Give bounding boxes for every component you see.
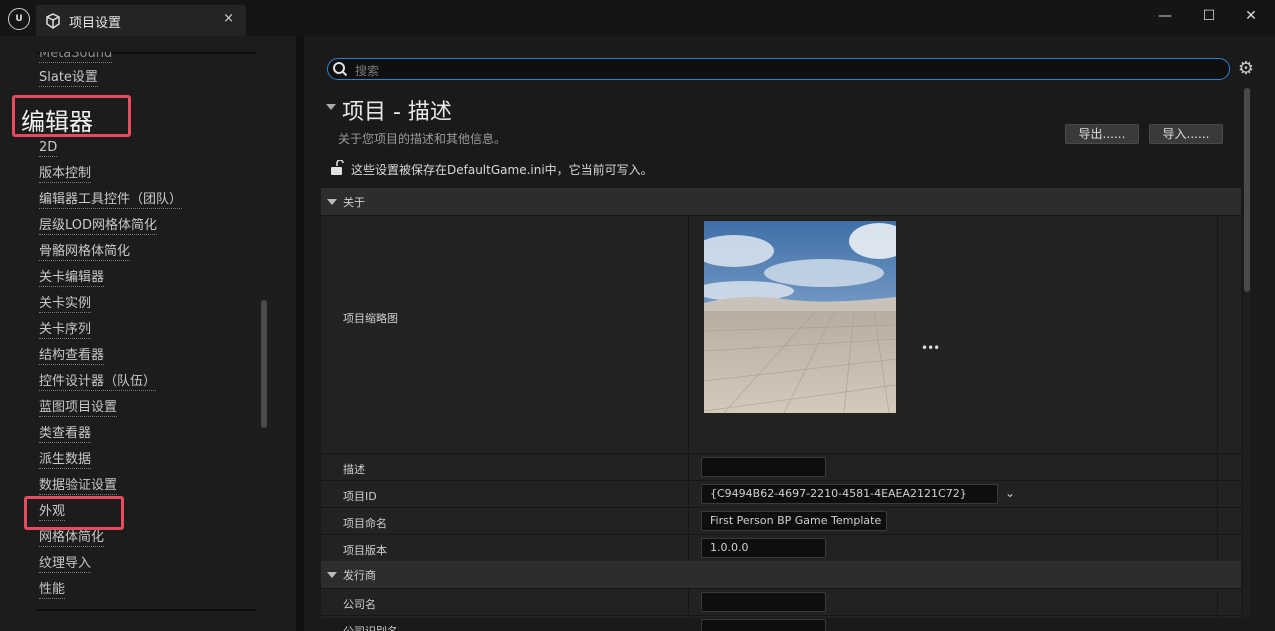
- chevron-down-icon[interactable]: ⌄: [1005, 486, 1015, 500]
- category-label: 发行商: [343, 569, 376, 582]
- collapse-arrow-icon[interactable]: [326, 104, 336, 110]
- sidebar-item-level-editor[interactable]: 关卡编辑器: [39, 270, 105, 287]
- settings-details-panel: 搜索 ⚙ 项目 - 描述 关于您项目的描述和其他信息。 导出...... 导入.…: [304, 36, 1275, 631]
- property-row-project-id: 项目ID {C9494B62-4697-2210-4581-4EAEA2121C…: [321, 480, 1241, 507]
- property-label: 公司识别名: [343, 623, 398, 631]
- collapse-arrow-icon: [327, 199, 337, 205]
- collapse-arrow-icon: [327, 572, 337, 578]
- unreal-logo-icon[interactable]: U: [8, 8, 30, 30]
- minimize-button[interactable]: —: [1153, 6, 1177, 26]
- search-icon: [333, 62, 348, 77]
- project-id-field[interactable]: {C9494B62-4697-2210-4581-4EAEA2121C72}: [701, 484, 998, 504]
- unlocked-icon: [331, 160, 344, 175]
- sidebar-item-skeletal-mesh-simplification[interactable]: 骨骼网格体简化: [39, 244, 131, 261]
- page-subtitle: 关于您项目的描述和其他信息。: [338, 132, 507, 146]
- sidebar-item-widget-designer[interactable]: 控件设计器（队伍）: [39, 374, 157, 391]
- sidebar-item-texture-import[interactable]: 纹理导入: [39, 556, 92, 573]
- property-label: 项目命名: [343, 517, 387, 530]
- close-window-button[interactable]: ✕: [1239, 6, 1263, 26]
- sidebar-item-derived-data[interactable]: 派生数据: [39, 452, 92, 469]
- sidebar-item-class-viewer[interactable]: 类查看器: [39, 426, 92, 443]
- project-name-field[interactable]: First Person BP Game Template: [701, 511, 887, 531]
- property-label: 项目缩略图: [343, 312, 398, 325]
- main-scrollbar[interactable]: [1244, 88, 1250, 292]
- tab-close-icon[interactable]: ×: [223, 11, 234, 26]
- export-button[interactable]: 导出......: [1065, 124, 1139, 144]
- sidebar-item-appearance[interactable]: 外观: [39, 504, 66, 521]
- import-button[interactable]: 导入......: [1149, 124, 1223, 144]
- property-row-company-name: 公司名: [321, 588, 1241, 615]
- property-grid: 关于 项目缩略图 ••• 描述 项目ID {C9494B62-4697-2210…: [321, 188, 1241, 631]
- sidebar-item-editor-utility-widgets[interactable]: 编辑器工具控件（团队）: [39, 192, 183, 209]
- company-name-field[interactable]: [701, 592, 826, 612]
- sidebar-item-blueprint-project-settings[interactable]: 蓝图项目设置: [39, 400, 118, 417]
- gear-icon[interactable]: ⚙: [1236, 59, 1256, 79]
- sidebar-item-2d[interactable]: 2D: [39, 140, 58, 157]
- sidebar-scrollbar[interactable]: [261, 300, 267, 428]
- category-publisher[interactable]: 发行商: [321, 561, 1241, 588]
- panel-splitter[interactable]: [296, 36, 304, 631]
- property-label: 公司名: [343, 598, 376, 611]
- page-title: 项目 - 描述: [342, 100, 452, 125]
- sidebar-item-level-sequence[interactable]: 关卡序列: [39, 322, 92, 339]
- more-options-icon[interactable]: •••: [921, 341, 940, 355]
- sidebar-divider-bottom: [37, 609, 257, 611]
- property-label: 项目版本: [343, 544, 387, 557]
- sidebar-item-level-instance[interactable]: 关卡实例: [39, 296, 92, 313]
- category-about[interactable]: 关于: [321, 188, 1241, 215]
- sidebar-item-source-control[interactable]: 版本控制: [39, 166, 92, 183]
- sidebar-section-editor: 编辑器: [21, 108, 93, 136]
- property-label: 描述: [343, 463, 365, 476]
- property-row-description: 描述: [321, 453, 1241, 480]
- project-thumbnail[interactable]: [704, 221, 896, 413]
- sidebar-item-metasound[interactable]: MetaSound: [39, 52, 113, 63]
- settings-cube-icon: [46, 13, 60, 29]
- sidebar-item-slate[interactable]: Slate设置: [39, 70, 98, 87]
- property-row-project-version: 项目版本 1.0.0.0: [321, 534, 1241, 561]
- settings-sidebar: MetaSound Slate设置 编辑器 2D 版本控制 编辑器工具控件（团队…: [0, 36, 296, 631]
- search-input[interactable]: 搜索: [327, 58, 1230, 80]
- description-field[interactable]: [701, 457, 826, 477]
- property-row-thumbnail: 项目缩略图 •••: [321, 215, 1241, 418]
- title-bar: U 项目设置 × — ☐ ✕: [0, 0, 1275, 36]
- search-placeholder: 搜索: [355, 64, 380, 78]
- property-row-project-name: 项目命名 First Person BP Game Template: [321, 507, 1241, 534]
- sidebar-item-hlod-mesh-simplification[interactable]: 层级LOD网格体简化: [39, 218, 158, 235]
- category-label: 关于: [343, 196, 365, 209]
- tab-label: 项目设置: [69, 16, 122, 31]
- sidebar-item-mesh-simplification[interactable]: 网格体简化: [39, 530, 105, 547]
- thumbnail-image: [704, 221, 896, 413]
- config-save-note: 这些设置被保存在DefaultGame.ini中，它当前可写入。: [351, 163, 653, 177]
- property-label: 项目ID: [343, 490, 377, 503]
- sidebar-item-performance[interactable]: 性能: [39, 582, 66, 599]
- company-id-field[interactable]: [701, 619, 826, 631]
- maximize-button[interactable]: ☐: [1197, 6, 1221, 26]
- project-version-field[interactable]: 1.0.0.0: [701, 538, 826, 558]
- tab-project-settings[interactable]: 项目设置 ×: [36, 5, 246, 36]
- sidebar-item-data-validation[interactable]: 数据验证设置: [39, 478, 118, 495]
- sidebar-item-struct-viewer[interactable]: 结构查看器: [39, 348, 105, 365]
- property-row-company-id: 公司识别名: [321, 615, 1241, 631]
